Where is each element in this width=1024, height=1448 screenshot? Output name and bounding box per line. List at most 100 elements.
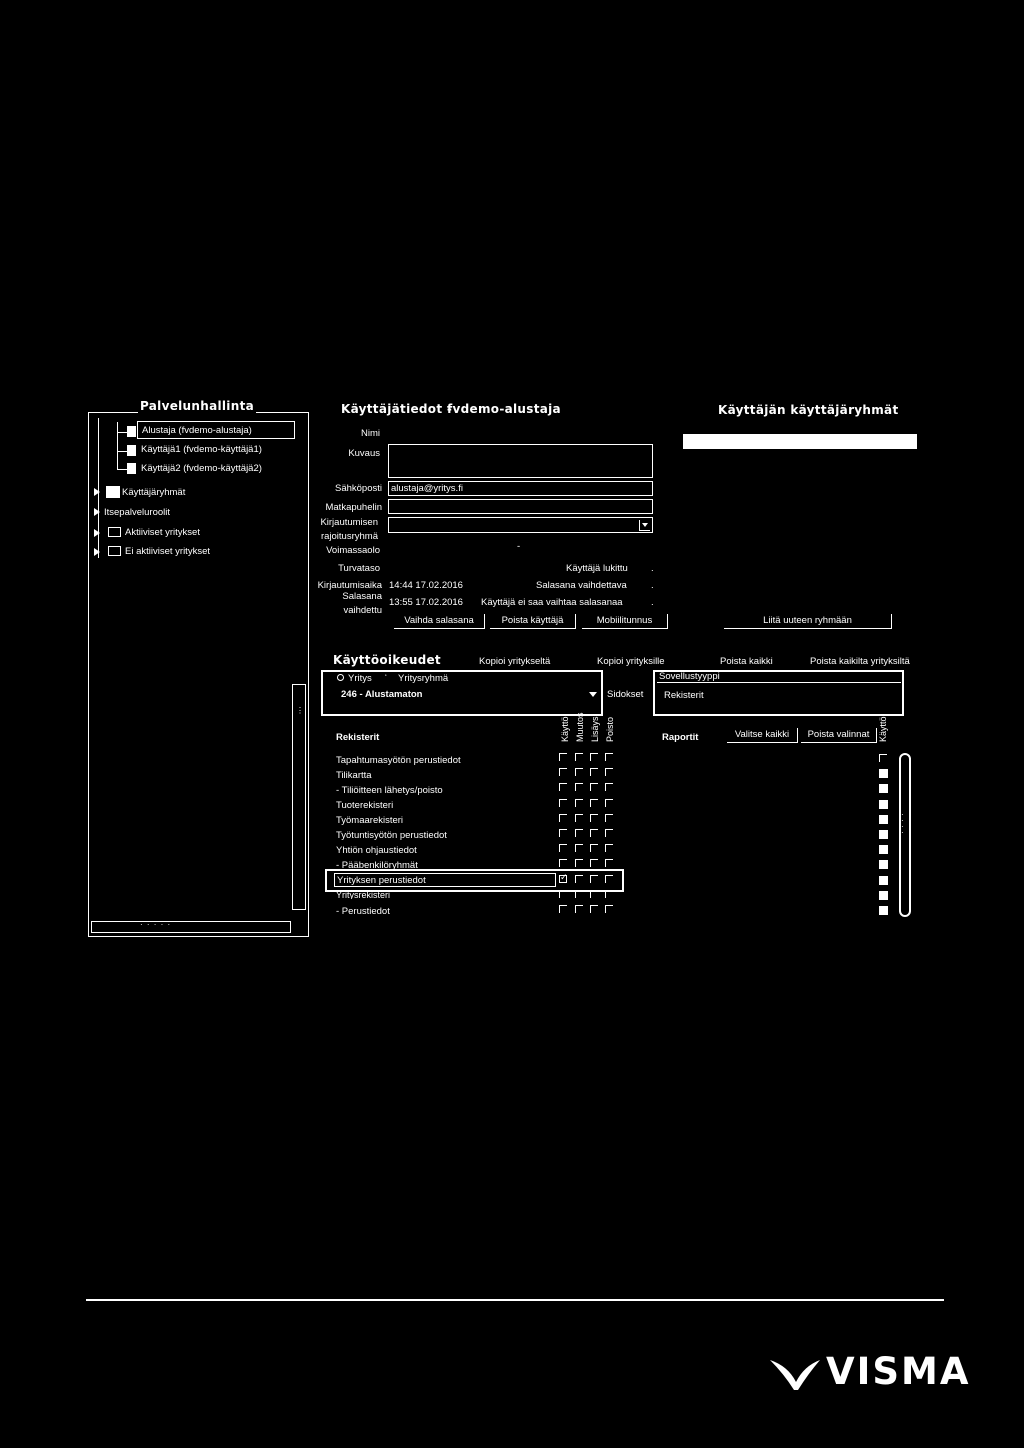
selected-row-field[interactable]: Yrityksen perustiedot [334,873,556,887]
description-field[interactable] [388,444,653,478]
report-checkbox[interactable] [879,830,888,839]
add-to-group-button[interactable]: Liitä uuteen ryhmään [724,614,892,629]
login-group-select[interactable] [388,517,653,533]
permission-checkbox[interactable] [575,844,583,853]
permission-checkbox[interactable] [559,813,567,822]
copy-to-companies-link[interactable]: Kopioi yrityksille [597,656,665,667]
bindings-label[interactable]: Sidokset [607,689,643,700]
report-checkbox[interactable] [879,890,888,900]
copy-from-company-link[interactable]: Kopioi yritykseltä [479,656,550,667]
app-type-value[interactable]: Rekisterit [664,690,704,701]
flag-pwd-required-checkbox[interactable]: . [651,580,654,591]
permission-checkbox[interactable] [605,905,613,913]
permission-checkbox[interactable] [575,798,583,807]
permission-checkbox[interactable] [559,829,567,837]
permission-checkbox[interactable] [575,783,583,792]
tree-item-alustaja[interactable]: Alustaja (fvdemo-alustaja) [137,421,295,439]
report-checkbox[interactable] [879,754,887,762]
user-groups-list[interactable] [683,434,917,449]
report-checkbox[interactable] [879,906,888,915]
permission-checkbox[interactable] [559,844,567,853]
flag-locked-checkbox[interactable]: . [651,563,654,574]
mobile-id-button[interactable]: Mobiilitunnus [582,614,668,629]
change-password-button[interactable]: Vaihda salasana [394,614,485,629]
permission-checkbox[interactable] [559,798,567,807]
permission-checkbox[interactable] [605,798,613,807]
permission-checkbox[interactable] [575,829,583,837]
report-checkbox[interactable] [879,860,888,870]
visma-logo: VISMA [826,1350,971,1393]
permission-checkbox[interactable] [559,753,567,761]
permission-checkbox[interactable] [605,829,613,837]
permission-checkbox[interactable] [590,798,598,807]
expand-arrow-icon[interactable] [94,548,100,556]
permission-checkbox[interactable] [575,889,583,898]
mobile-field[interactable] [388,499,653,514]
radio-company-label[interactable]: Yritys [348,673,372,684]
permission-checkbox[interactable]: ✓ [559,872,568,883]
permission-checkbox[interactable] [575,874,583,883]
left-horizontal-scrollbar[interactable] [91,921,291,933]
expand-arrow-icon[interactable] [94,488,100,496]
delete-all-link[interactable]: Poista kaikki [720,656,773,667]
permission-checkbox[interactable] [559,859,567,868]
permission-checkbox[interactable] [559,768,567,777]
permission-checkbox[interactable] [590,768,598,777]
expand-arrow-icon[interactable] [94,529,100,537]
company-select[interactable]: 246 - Alustamaton [341,689,422,700]
chevron-down-icon[interactable] [589,692,597,697]
report-checkbox[interactable] [879,814,888,824]
permission-checkbox[interactable] [575,753,583,761]
permission-checkbox[interactable] [559,783,567,792]
expand-arrow-icon[interactable] [94,508,100,516]
left-vertical-scrollbar[interactable] [292,684,306,910]
permission-checkbox[interactable] [605,783,613,792]
permission-checkbox[interactable] [590,859,598,868]
permission-checkbox[interactable] [590,889,598,898]
report-checkbox[interactable] [879,799,888,809]
permission-checkbox[interactable] [605,813,613,822]
permission-checkbox[interactable] [605,889,613,898]
permission-checkbox[interactable] [605,844,613,853]
permission-checkbox[interactable] [575,813,583,822]
tree-item-kayttaja2[interactable]: Käyttäjä2 (fvdemo-käyttäjä2) [141,463,262,474]
permission-checkbox[interactable] [590,874,598,883]
permission-checkbox[interactable] [590,905,598,913]
radio-group-label[interactable]: Yritysryhmä [398,673,448,684]
select-all-button[interactable]: Valitse kaikki [727,728,798,743]
permission-checkbox[interactable] [590,783,598,792]
tree-item-itsepalveluroolit[interactable]: Itsepalveluroolit [104,507,170,518]
permission-checkbox[interactable] [605,874,613,883]
label-pwd-changed-1: Salasana [342,591,382,602]
tree-item-kayttajaryhmat[interactable]: Käyttäjäryhmät [122,487,185,498]
tree-item-ei-aktiiviset[interactable]: Ei aktiiviset yritykset [125,546,210,557]
radio-group-icon[interactable]: ʻ [385,673,387,682]
permission-checkbox[interactable] [559,889,567,898]
report-checkbox[interactable] [879,845,888,855]
permission-checkbox[interactable] [605,768,613,777]
clear-selection-button[interactable]: Poista valinnat [801,728,877,743]
permission-checkbox[interactable] [605,859,613,868]
permission-checkbox[interactable] [590,813,598,822]
tree-item-kayttaja1[interactable]: Käyttäjä1 (fvdemo-käyttäjä1) [141,444,262,455]
permission-checkbox[interactable] [575,768,583,777]
label-description: Kuvaus [348,448,380,459]
permission-checkbox[interactable] [590,829,598,837]
permission-checkbox[interactable] [559,905,567,913]
report-checkbox[interactable] [879,875,888,885]
permission-checkbox[interactable] [590,844,598,853]
report-checkbox[interactable] [879,769,888,779]
reports-header: Raportit [662,732,699,743]
permission-checkbox[interactable] [575,859,583,868]
radio-company-icon[interactable] [337,674,344,681]
chevron-down-icon[interactable] [639,520,650,531]
delete-all-companies-link[interactable]: Poista kaikilta yrityksiltä [810,656,910,667]
permission-checkbox[interactable] [575,905,583,913]
delete-user-button[interactable]: Poista käyttäjä [490,614,576,629]
permission-checkbox[interactable] [590,753,598,761]
report-checkbox[interactable] [879,784,888,794]
permission-checkbox[interactable] [605,753,613,761]
email-field[interactable]: alustaja@yritys.fi [388,481,653,496]
tree-item-aktiiviset[interactable]: Aktiiviset yritykset [125,527,200,538]
flag-cannot-change-checkbox[interactable]: . [651,597,654,608]
